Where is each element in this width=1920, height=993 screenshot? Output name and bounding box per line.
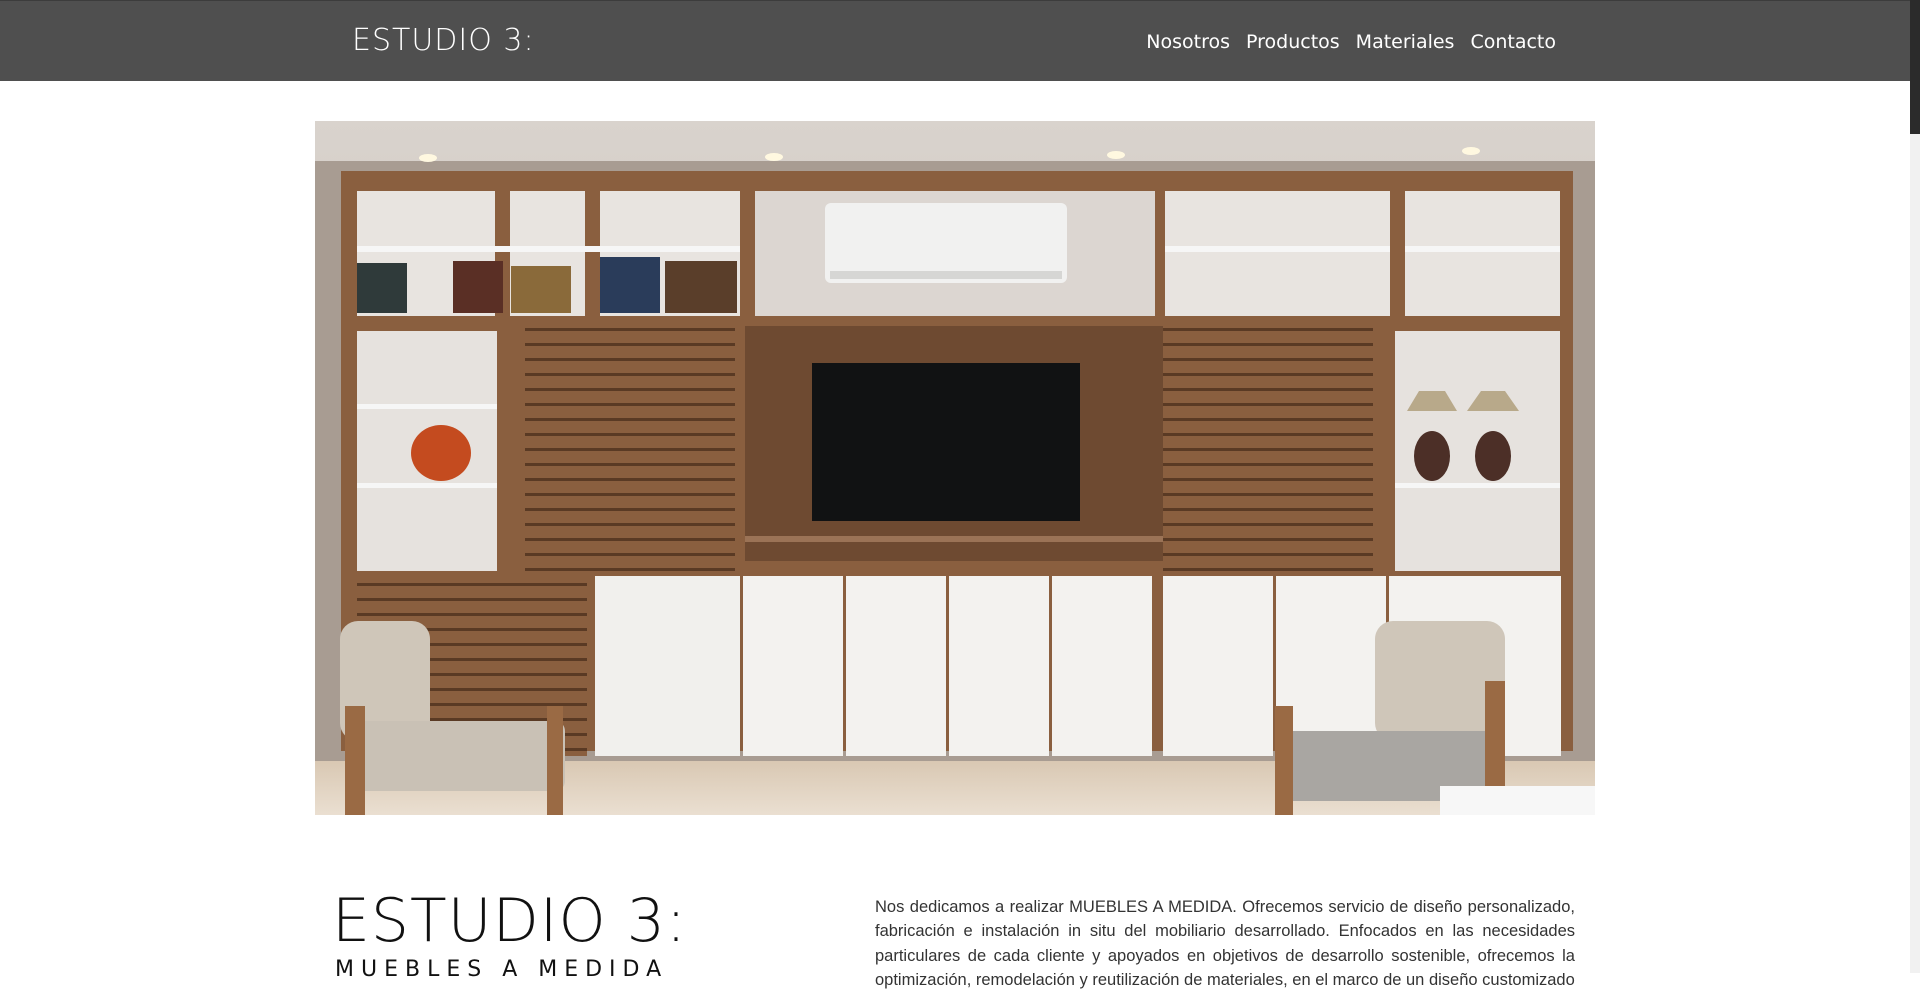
main-nav: Nosotros Productos Materiales Contacto <box>1146 29 1556 55</box>
intro-subtitle: MUEBLES A MEDIDA <box>335 957 669 982</box>
site-logo[interactable]: ESTUDIO 3: <box>352 23 535 59</box>
page-scrollbar[interactable] <box>1910 0 1920 973</box>
site-header: ESTUDIO 3: Nosotros Productos Materiales… <box>0 0 1910 81</box>
intro-logo: ESTUDIO 3: <box>332 886 688 956</box>
scrollbar-thumb[interactable] <box>1910 0 1920 134</box>
hero-image <box>315 121 1595 815</box>
furniture-photo <box>315 121 1595 815</box>
nav-link-nosotros[interactable]: Nosotros <box>1146 29 1230 55</box>
nav-link-productos[interactable]: Productos <box>1246 29 1340 55</box>
nav-link-contacto[interactable]: Contacto <box>1470 29 1556 55</box>
intro-paragraph: Nos dedicamos a realizar MUEBLES A MEDID… <box>875 897 1575 990</box>
nav-link-materiales[interactable]: Materiales <box>1356 29 1455 55</box>
